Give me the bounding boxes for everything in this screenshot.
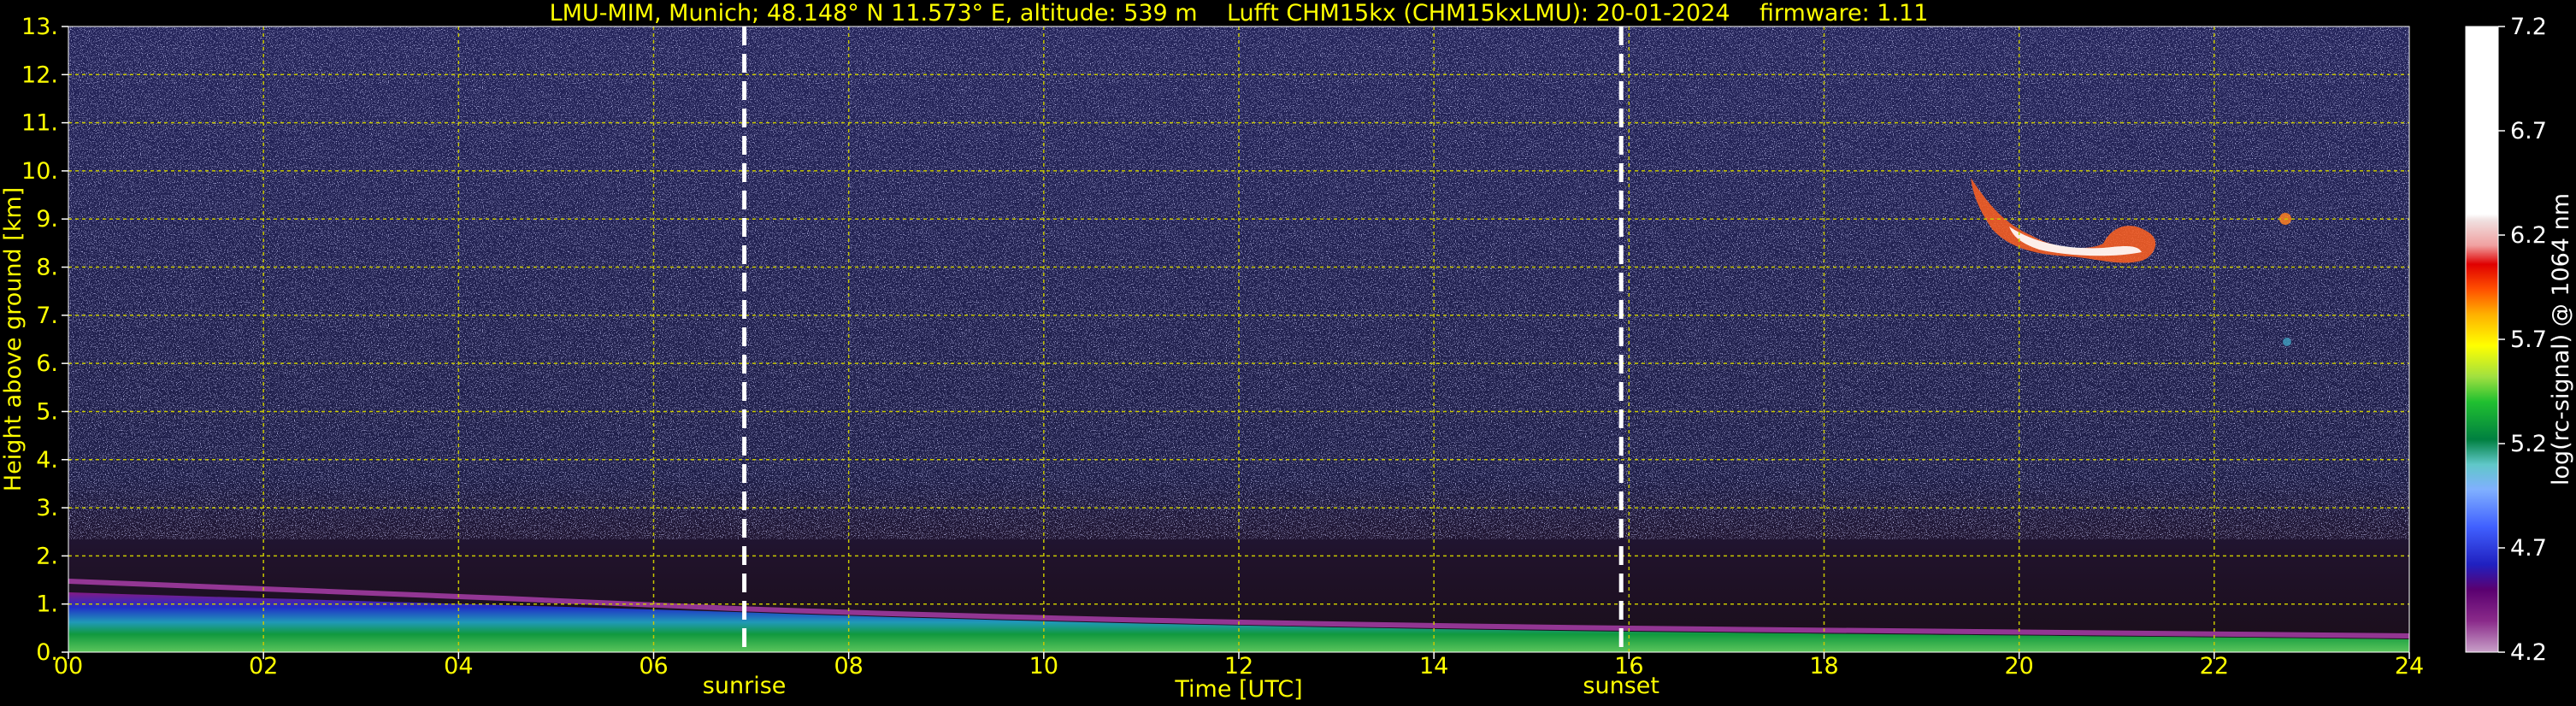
sunrise-label: sunrise (703, 673, 787, 699)
colorbar (2466, 26, 2498, 652)
x-tick-label: 02 (249, 653, 278, 680)
sunset-label: sunset (1583, 673, 1659, 699)
x-axis-label: Time [UTC] (1174, 676, 1302, 703)
colorbar-tick-label: 6.2 (2510, 222, 2547, 249)
y-tick-label: 6. (36, 350, 58, 377)
y-tick-label: 1. (36, 591, 58, 618)
colorbar-tick-label: 6.7 (2510, 118, 2547, 144)
x-tick-label: 24 (2395, 653, 2424, 680)
colorbar-label: log(rc-signal) @ 1064 nm (2548, 193, 2574, 485)
y-tick-label: 12. (21, 62, 58, 88)
y-tick-label: 9. (36, 206, 58, 232)
chart-title: LMU-MIM, Munich; 48.148° N 11.573° E, al… (550, 0, 1929, 26)
small-cloud-low (2283, 338, 2291, 346)
y-tick-label: 2. (36, 543, 58, 569)
y-tick-label: 10. (21, 158, 58, 185)
x-tick-label: 22 (2200, 653, 2229, 680)
x-tick-label: 04 (444, 653, 473, 680)
y-tick-label: 4. (36, 447, 58, 474)
colorbar-tick-label: 4.7 (2510, 535, 2547, 562)
x-tick-label: 14 (1419, 653, 1448, 680)
colorbar-tick-label: 7.2 (2510, 14, 2547, 40)
colorbar-tick-label: 5.7 (2510, 327, 2547, 353)
x-tick-label: 08 (834, 653, 863, 680)
y-axis-label: Height above ground [km] (0, 187, 27, 491)
y-tick-label: 8. (36, 255, 58, 281)
y-ticks: 0. 1. 2. 3. 4. 5. 6. 7. 8. 9. 10. 11. 12. 13. (21, 14, 68, 666)
x-tick-label: 06 (639, 653, 668, 680)
y-tick-label: 3. (36, 495, 58, 521)
colorbar-tick-label: 5.2 (2510, 431, 2547, 457)
y-tick-label: 0. (36, 639, 58, 666)
y-tick-label: 11. (21, 110, 58, 137)
x-tick-label: 20 (2004, 653, 2033, 680)
y-tick-label: 13. (21, 14, 58, 40)
colorbar-tick-label: 4.2 (2510, 639, 2547, 666)
x-tick-label: 10 (1029, 653, 1058, 680)
x-tick-label: 18 (1809, 653, 1838, 680)
ceilometer-figure: 00 02 04 06 08 10 12 14 16 18 20 22 24 0.1.2.3.4.5.6… (0, 0, 2574, 703)
y-tick-label: 5. (36, 398, 58, 425)
y-tick-label: 7. (36, 303, 58, 329)
colorbar-ticks: 4.2 4.7 5.2 5.7 6.2 6.7 7.2 (2498, 14, 2547, 666)
